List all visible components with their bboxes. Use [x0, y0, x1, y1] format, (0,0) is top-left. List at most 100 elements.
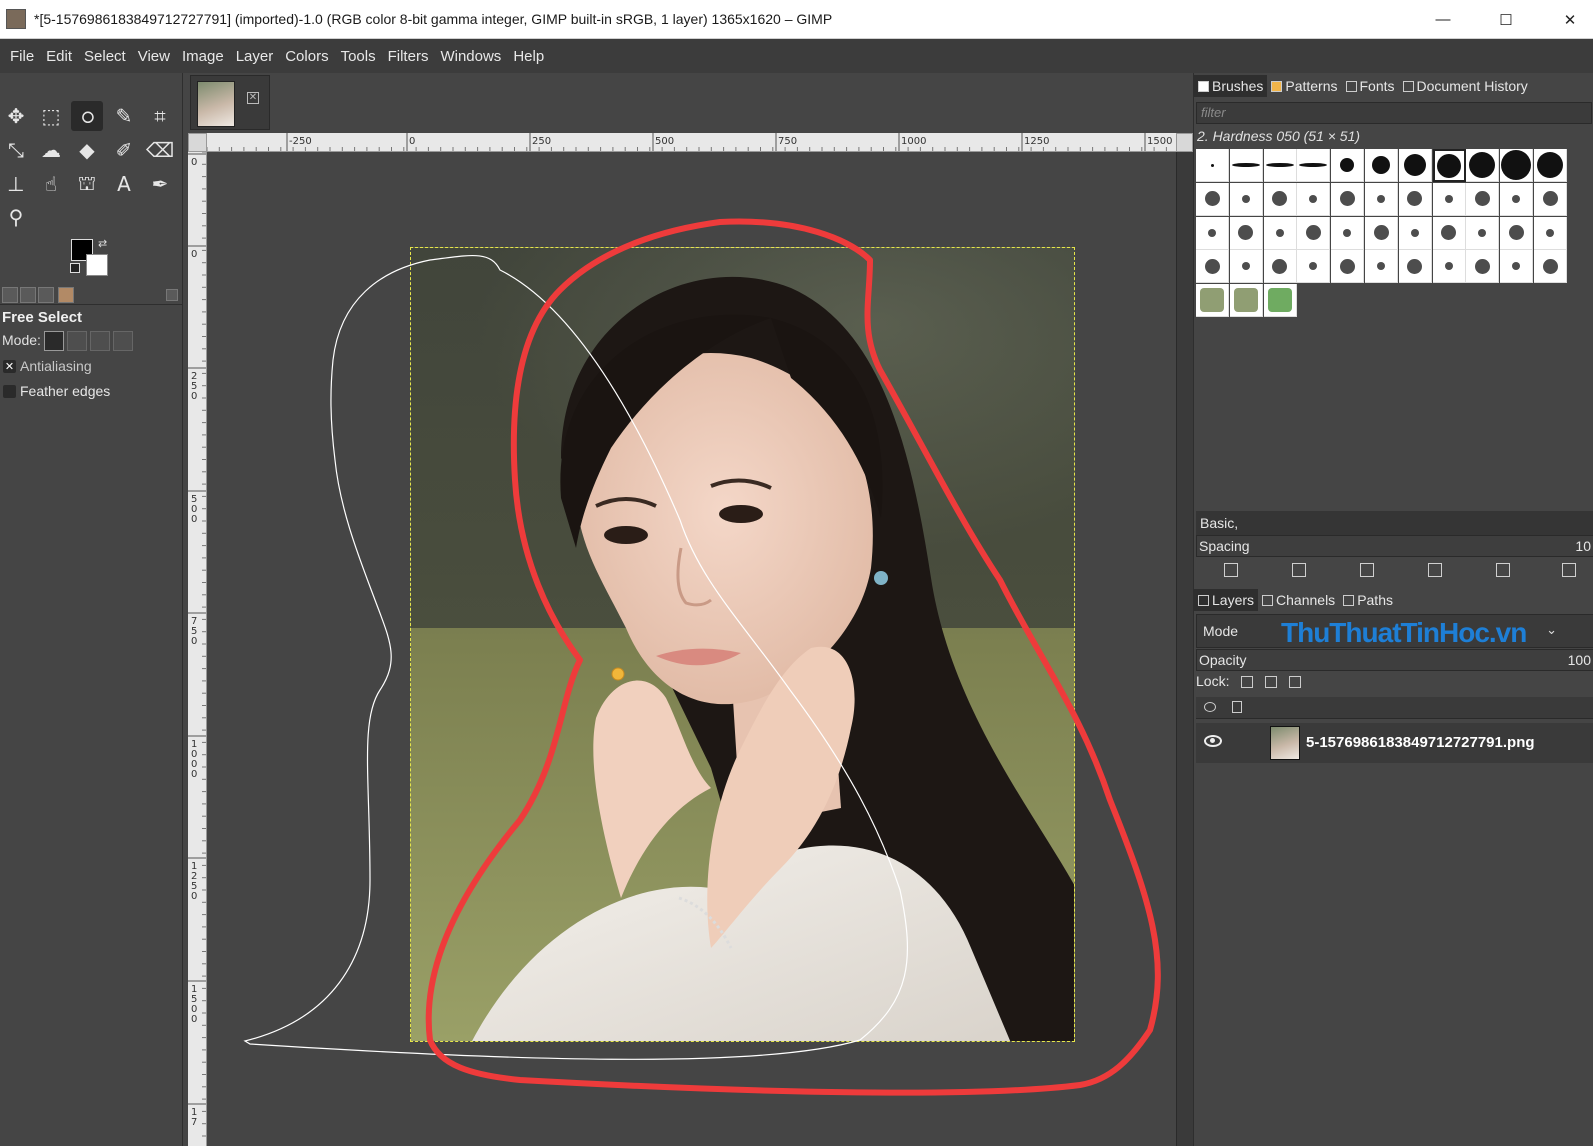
brush-preset-field[interactable]: Basic, [1196, 511, 1593, 535]
undo-history-tab-icon[interactable] [38, 287, 54, 303]
tab-channels[interactable]: Channels [1258, 589, 1339, 611]
brush-thumbnail[interactable] [1196, 216, 1229, 250]
delete-brush-icon[interactable] [1428, 563, 1442, 577]
menu-view[interactable]: View [132, 48, 176, 65]
menu-colors[interactable]: Colors [279, 48, 334, 65]
move-tool-icon[interactable]: ✥ [0, 101, 32, 131]
brush-thumbnail[interactable] [1398, 182, 1432, 216]
warp-transform-tool-icon[interactable]: ☁ [35, 135, 67, 165]
refresh-brushes-icon[interactable] [1496, 563, 1510, 577]
brush-thumbnail[interactable] [1432, 149, 1466, 182]
unified-transform-tool-icon[interactable]: ⤡ [0, 135, 32, 165]
minimize-button[interactable]: — [1413, 0, 1473, 39]
brush-thumbnail[interactable] [1398, 216, 1432, 250]
background-color-swatch[interactable] [86, 254, 108, 276]
crop-tool-icon[interactable]: ⌗ [144, 101, 176, 131]
free-select-tool-icon[interactable]: ഠ [71, 101, 103, 131]
brush-thumbnail[interactable] [1229, 149, 1263, 182]
menu-windows[interactable]: Windows [434, 48, 507, 65]
tab-paths[interactable]: Paths [1339, 589, 1397, 611]
brush-filter-input[interactable]: filter [1196, 102, 1592, 124]
brush-thumbnail[interactable] [1331, 216, 1365, 250]
brush-thumbnail[interactable] [1196, 284, 1229, 318]
brush-thumbnail[interactable] [1331, 250, 1365, 284]
brush-thumbnail[interactable] [1196, 250, 1229, 284]
mode-intersect-button[interactable] [113, 331, 133, 351]
zoom-tool-icon[interactable]: ⚲ [0, 202, 32, 232]
brush-thumbnail[interactable] [1263, 149, 1297, 182]
fuzzy-select-tool-icon[interactable]: ✎ [108, 101, 140, 131]
brush-thumbnail[interactable] [1263, 216, 1297, 250]
brush-thumbnail[interactable] [1534, 182, 1567, 216]
lock-alpha-icon[interactable] [1289, 676, 1302, 689]
tab-layers[interactable]: Layers [1194, 589, 1259, 611]
brush-thumbnail[interactable] [1297, 149, 1331, 182]
tab-menu-icon[interactable] [166, 289, 178, 301]
spacing-slider[interactable]: Spacing 10 [1196, 535, 1593, 557]
menu-tools[interactable]: Tools [335, 48, 382, 65]
tab-patterns[interactable]: Patterns [1267, 75, 1341, 97]
images-tab-icon[interactable] [58, 287, 74, 303]
brush-thumbnail[interactable] [1534, 250, 1567, 284]
paths-tool-icon[interactable]: ⛫ [71, 169, 103, 199]
brush-thumbnail[interactable] [1534, 149, 1567, 182]
brush-thumbnail[interactable] [1466, 216, 1500, 250]
device-status-tab-icon[interactable] [20, 287, 36, 303]
menu-edit[interactable]: Edit [40, 48, 78, 65]
smudge-tool-icon[interactable]: ☝ [35, 169, 67, 199]
selection-anchor-handle[interactable] [611, 667, 625, 681]
brush-thumbnail[interactable] [1297, 216, 1331, 250]
close-button[interactable]: ✕ [1540, 0, 1593, 39]
brush-thumbnail[interactable] [1297, 250, 1331, 284]
brush-thumbnail[interactable] [1365, 182, 1398, 216]
layer-mode-row[interactable]: Mode ThuThuatTinHoc.vn ⌄ [1196, 614, 1593, 648]
tool-options-tab-icon[interactable] [2, 287, 18, 303]
opacity-slider[interactable]: Opacity 100 [1196, 649, 1593, 671]
lock-position-icon[interactable] [1265, 676, 1278, 689]
tab-fonts[interactable]: Fonts [1342, 75, 1399, 97]
rect-select-tool-icon[interactable]: ⬚ [35, 101, 67, 131]
brush-thumbnail[interactable] [1229, 250, 1263, 284]
menu-file[interactable]: File [4, 48, 40, 65]
quick-mask-toggle[interactable] [188, 133, 207, 152]
brush-thumbnail[interactable] [1466, 250, 1500, 284]
new-brush-icon[interactable] [1292, 563, 1306, 577]
brush-thumbnail[interactable] [1229, 216, 1263, 250]
open-brush-as-image-icon[interactable] [1562, 563, 1576, 577]
canvas-vertical-scrollbar[interactable] [1176, 152, 1193, 1146]
brush-thumbnail[interactable] [1365, 216, 1398, 250]
brush-thumbnail[interactable] [1263, 250, 1297, 284]
tab-document-history[interactable]: Document History [1399, 75, 1532, 97]
brush-thumbnail[interactable] [1398, 149, 1432, 182]
reset-colors-icon[interactable] [70, 263, 80, 273]
brush-thumbnail[interactable] [1500, 250, 1534, 284]
brush-thumbnail[interactable] [1534, 216, 1567, 250]
brush-thumbnail[interactable] [1432, 250, 1466, 284]
eraser-tool-icon[interactable]: ⌫ [144, 135, 176, 165]
brush-thumbnail[interactable] [1500, 182, 1534, 216]
mode-add-button[interactable] [67, 331, 87, 351]
menu-filters[interactable]: Filters [382, 48, 435, 65]
brush-thumbnail[interactable] [1500, 216, 1534, 250]
chevron-down-icon[interactable]: ⌄ [1546, 623, 1557, 638]
antialiasing-checkbox[interactable]: ✕ [3, 360, 16, 373]
brush-thumbnail[interactable] [1331, 149, 1365, 182]
brush-thumbnail[interactable] [1263, 182, 1297, 216]
close-image-tab-icon[interactable]: ✕ [247, 92, 259, 104]
mode-replace-button[interactable] [44, 331, 64, 351]
menu-image[interactable]: Image [176, 48, 230, 65]
maximize-button[interactable]: ☐ [1476, 0, 1536, 39]
image-canvas[interactable] [207, 152, 1176, 1146]
mode-subtract-button[interactable] [90, 331, 110, 351]
clone-tool-icon[interactable]: ⊥ [0, 169, 32, 199]
text-tool-icon[interactable]: A [108, 169, 140, 199]
tab-brushes[interactable]: Brushes [1194, 75, 1268, 97]
paintbrush-tool-icon[interactable]: ✐ [108, 135, 140, 165]
lock-pixels-icon[interactable] [1241, 676, 1254, 689]
bucket-fill-tool-icon[interactable]: ◆ [71, 135, 103, 165]
brush-thumbnail[interactable] [1365, 149, 1398, 182]
brush-thumbnail[interactable] [1196, 149, 1229, 182]
brush-thumbnail[interactable] [1229, 284, 1263, 318]
layer-row[interactable]: 5-1576986183849712727791.png [1196, 723, 1593, 763]
brush-thumbnail[interactable] [1263, 284, 1297, 318]
